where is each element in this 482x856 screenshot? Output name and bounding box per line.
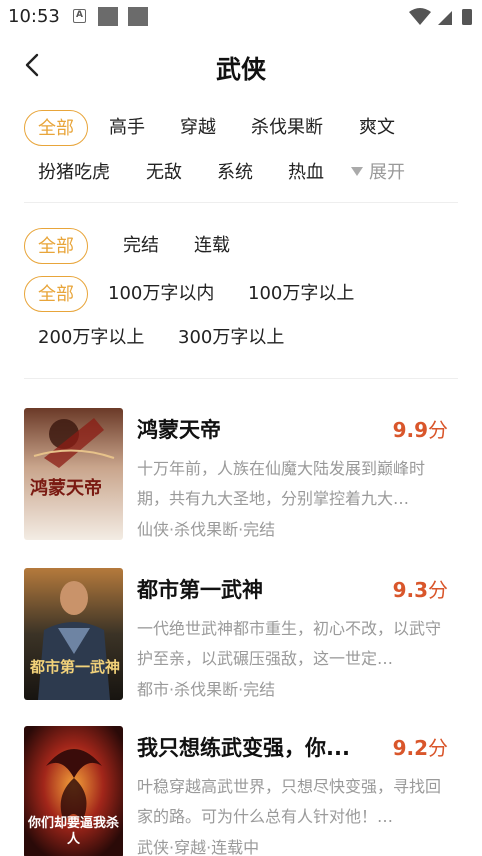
score-unit: 分 [428, 736, 448, 760]
book-title: 都市第一武神 [137, 578, 263, 602]
book-score: 9.3分 [393, 574, 448, 603]
divider [24, 202, 458, 203]
category-chip-all[interactable]: 全部 [24, 110, 88, 146]
category-chip[interactable]: 热血 [288, 155, 324, 191]
expand-label: 展开 [369, 162, 405, 183]
score-value: 9.2 [392, 736, 428, 760]
book-cover[interactable]: 都市第一武神 [24, 568, 123, 700]
score-unit: 分 [428, 418, 448, 442]
wifi-icon [409, 8, 431, 25]
status-time: 10:53 [8, 6, 60, 27]
book-description: 一代绝世武神都市重生，初心不改，以武守护至亲，以武碾压强敌，这一世定… [137, 619, 442, 668]
status-icons [409, 8, 472, 25]
status-chip-all[interactable]: 全部 [24, 228, 88, 264]
length-chip[interactable]: 100万字以内 [108, 276, 214, 312]
book-cover[interactable]: 鸿蒙天帝 [24, 408, 123, 540]
book-description: 十万年前，人族在仙魔大陆发展到巅峰时期，共有九大圣地，分别掌控着九大… [137, 459, 426, 508]
book-tags: 武侠·穿越·连载中 [137, 838, 260, 856]
score-unit: 分 [428, 578, 448, 602]
category-chip[interactable]: 穿越 [180, 110, 216, 146]
category-chip[interactable]: 杀伐果断 [251, 110, 323, 146]
notification-icon [98, 7, 118, 26]
category-chip[interactable]: 无敌 [146, 155, 182, 191]
length-chip[interactable]: 100万字以上 [248, 276, 354, 312]
length-chip[interactable]: 200万字以上 [38, 320, 144, 356]
category-chip[interactable]: 爽文 [359, 110, 395, 146]
caret-down-icon [351, 167, 363, 176]
book-title: 我只想练武变强，你... [137, 736, 350, 760]
book-item[interactable]: 都市第一武神 都市第一武神 9.3分 一代绝世武神都市重生，初心不改，以武守护至… [24, 568, 458, 700]
book-item[interactable]: 你们却要逼我杀人 我只想练武变强，你... 9.2分 叶稳穿越高武世界，只想尽快… [24, 726, 458, 856]
book-item[interactable]: 鸿蒙天帝 鸿蒙天帝 9.9分 十万年前，人族在仙魔大陆发展到巅峰时期，共有九大圣… [24, 408, 458, 540]
length-chip-all[interactable]: 全部 [24, 276, 88, 312]
category-chip[interactable]: 高手 [109, 110, 145, 146]
expand-button[interactable]: 展开 [351, 155, 405, 191]
length-chip[interactable]: 300万字以上 [178, 320, 284, 356]
book-title: 鸿蒙天帝 [137, 418, 221, 442]
page-title: 武侠 [215, 55, 266, 84]
notification-icon [128, 7, 148, 26]
notification-a-icon: A [73, 9, 86, 23]
cover-title: 都市第一武神 [30, 658, 121, 676]
score-value: 9.3 [392, 578, 428, 602]
cover-title: 你们却要逼我杀人 [27, 816, 119, 847]
score-value: 9.9 [392, 418, 428, 442]
signal-icon [438, 11, 452, 25]
status-chip[interactable]: 完结 [123, 228, 159, 264]
battery-icon [462, 9, 472, 25]
book-cover[interactable]: 你们却要逼我杀人 [24, 726, 123, 856]
status-bar: 10:53 A [0, 0, 482, 34]
category-chip[interactable]: 扮猪吃虎 [38, 155, 110, 191]
cover-title: 鸿蒙天帝 [30, 478, 102, 499]
divider [24, 378, 458, 379]
book-description: 叶稳穿越高武世界，只想尽快变强，寻找回家的路。可为什么总有人针对他！… [137, 777, 442, 826]
book-score: 9.9分 [393, 414, 448, 443]
category-chip[interactable]: 系统 [217, 155, 253, 191]
status-chip[interactable]: 连载 [194, 228, 230, 264]
book-tags: 都市·杀伐果断·完结 [137, 680, 276, 699]
book-score: 9.2分 [393, 732, 448, 761]
book-tags: 仙侠·杀伐果断·完结 [137, 520, 276, 539]
header: 武侠 [0, 34, 482, 98]
